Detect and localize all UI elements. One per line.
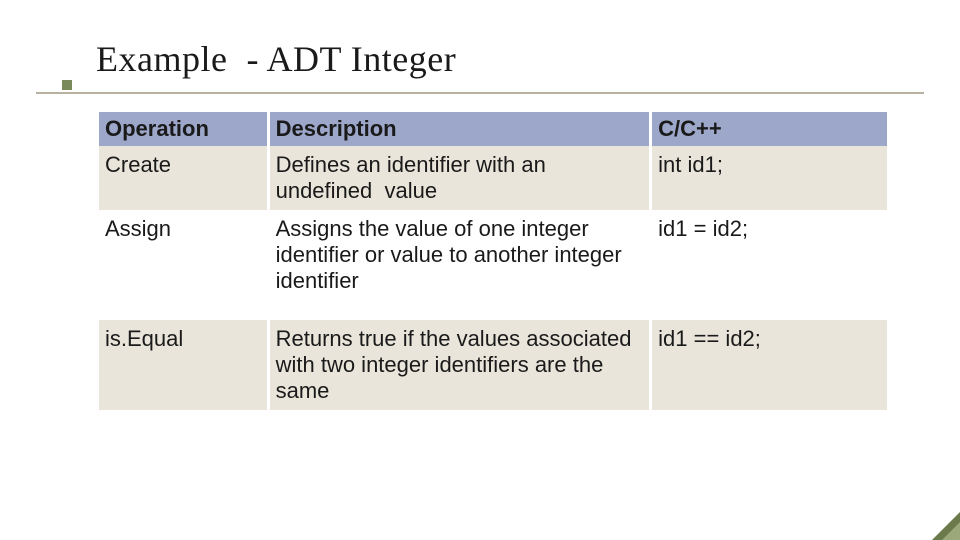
cell-ccpp: int id1;	[651, 146, 889, 210]
table-header-row: Operation Description C/C++	[98, 112, 889, 146]
title-bullet-icon	[62, 80, 72, 90]
table-container: Operation Description C/C++ Create Defin…	[0, 94, 960, 410]
title-container: Example - ADT Integer	[0, 38, 960, 88]
cell-description: Defines an identifier with an undefined …	[268, 146, 651, 210]
cell-ccpp: id1 == id2;	[651, 320, 889, 410]
cell-operation: Assign	[98, 210, 269, 300]
table-row: Assign Assigns the value of one integer …	[98, 210, 889, 300]
table-row: Create Defines an identifier with an und…	[98, 146, 889, 210]
header-operation: Operation	[98, 112, 269, 146]
cell-ccpp: id1 = id2;	[651, 210, 889, 300]
slide: Example - ADT Integer Operation Descript…	[0, 0, 960, 540]
slide-title: Example - ADT Integer	[96, 38, 960, 80]
cell-operation: Create	[98, 146, 269, 210]
header-ccpp: C/C++	[651, 112, 889, 146]
corner-accent-icon	[932, 512, 960, 540]
table-row: is.Equal Returns true if the values asso…	[98, 320, 889, 410]
cell-operation: is.Equal	[98, 320, 269, 410]
table-spacer	[98, 300, 889, 320]
cell-description: Returns true if the values associated wi…	[268, 320, 651, 410]
adt-table: Operation Description C/C++ Create Defin…	[96, 112, 890, 410]
header-description: Description	[268, 112, 651, 146]
cell-description: Assigns the value of one integer identif…	[268, 210, 651, 300]
